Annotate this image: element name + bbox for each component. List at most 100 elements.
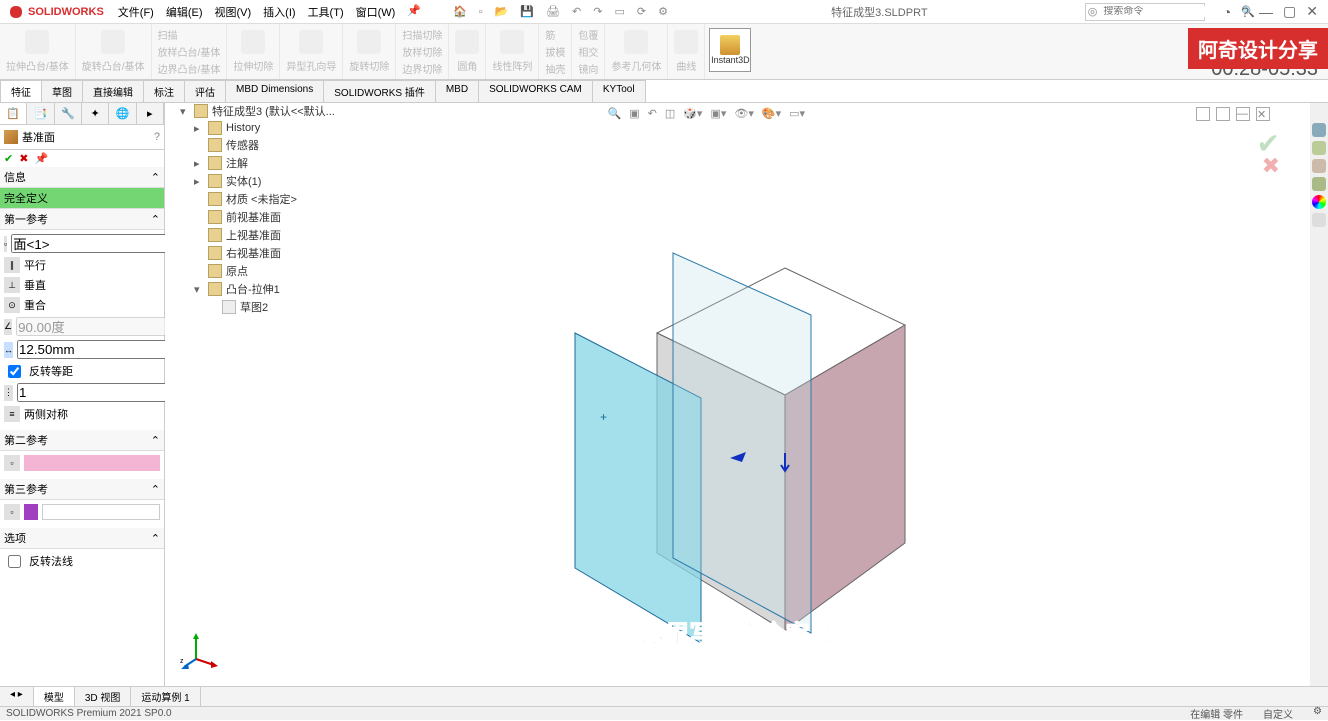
section-ref2[interactable]: 第二参考⌃ [0,430,164,451]
vp-1[interactable] [1196,107,1210,121]
tree-history[interactable]: ▸History [194,120,335,136]
prev-view-icon[interactable]: ↶ [648,107,657,120]
tab-addins[interactable]: SOLIDWORKS 插件 [323,80,436,102]
flip-normal-check[interactable] [8,555,21,568]
close-icon[interactable]: ✕ [1306,3,1318,20]
tree-annotations[interactable]: ▸注解 [194,154,335,172]
angle-icon[interactable]: ∠ [4,319,12,335]
ribbon-loft-cut[interactable]: 放样切除 [402,44,442,59]
ribbon-sweep-cut[interactable]: 扫描切除 [402,27,442,42]
taskpane-view-icon[interactable] [1312,177,1326,191]
tree-solid-bodies[interactable]: ▸实体(1) [194,172,335,190]
tree-right-plane[interactable]: 右视基准面 [194,244,335,262]
taskpane-home-icon[interactable] [1312,123,1326,137]
menu-insert[interactable]: 插入(I) [257,4,301,20]
taskpane-custom-icon[interactable] [1312,213,1326,227]
edit-appearance-icon[interactable]: 🎨▾ [762,107,781,120]
help-icon[interactable]: ? [1241,4,1249,20]
dist-icon[interactable]: ↔ [4,342,13,358]
pushpin-icon[interactable]: 📌 [34,152,48,165]
tab-cam[interactable]: SOLIDWORKS CAM [478,80,593,102]
rebuild-icon[interactable]: ⟳ [631,5,652,18]
tab-markup[interactable]: 标注 [143,80,185,102]
face-icon[interactable]: ▫ [4,236,7,252]
new-icon[interactable]: ▫ [473,6,489,18]
feature-manager-tab[interactable]: 📋 [0,103,27,124]
property-tab[interactable]: 📑 [27,103,54,124]
ref2-color[interactable] [24,455,160,471]
display-style-icon[interactable]: ▣▾ [710,107,726,120]
tree-top-plane[interactable]: 上视基准面 [194,226,335,244]
ribbon-sweep[interactable]: 扫描 [158,27,221,42]
ribbon-wrap[interactable]: 包覆 [578,27,598,42]
tree-sensors[interactable]: 传感器 [194,136,335,154]
menu-window[interactable]: 窗口(W) [350,4,402,20]
instances-icon[interactable]: ⋮ [4,385,13,401]
menu-edit[interactable]: 编辑(E) [160,4,209,20]
parallel-icon[interactable]: ∥ [4,257,20,273]
section-info[interactable]: 信息⌃ [0,167,164,188]
tab-kytool[interactable]: KYTool [592,80,646,102]
tree-sketch2[interactable]: 草图2 [208,298,335,316]
ok-icon[interactable]: ✔ [4,152,13,165]
config-tab[interactable]: 🔧 [55,103,82,124]
coinc-icon[interactable]: ⊙ [4,297,20,313]
undo-icon[interactable]: ↶ [566,5,587,18]
dimxpert-tab[interactable]: ✦ [82,103,109,124]
maximize-icon[interactable]: ▢ [1283,3,1296,20]
zoom-fit-icon[interactable]: 🔍 [608,107,622,120]
perp-icon[interactable]: ⊥ [4,277,20,293]
tab-direct-edit[interactable]: 直接编辑 [82,80,144,102]
redo-icon[interactable]: ↷ [587,5,608,18]
cancel-icon[interactable]: ✖ [19,152,28,165]
tree-extrude-feature[interactable]: ▾凸台-拉伸1 [194,280,335,298]
menu-pin-icon[interactable]: 📌 [401,4,427,20]
tab-features[interactable]: 特征 [0,80,42,102]
ribbon-curves[interactable]: 曲线 [668,24,705,79]
ribbon-shell[interactable]: 抽壳 [545,61,565,76]
ribbon-boundary[interactable]: 边界凸台/基体 [158,61,221,76]
ribbon-rib[interactable]: 筋 [545,27,565,42]
btab-arrows[interactable]: ◂ ▸ [0,687,34,706]
tree-root[interactable]: ▾特征成型3 (默认<<默认... [180,102,335,120]
btab-3dview[interactable]: 3D 视图 [75,687,132,706]
tree-material[interactable]: 材质 <未指定> [194,190,335,208]
vp-close[interactable]: ✕ [1256,107,1270,121]
tree-front-plane[interactable]: 前视基准面 [194,208,335,226]
display-tab[interactable]: 🌐 [109,103,136,124]
ribbon-instant3d[interactable]: Instant3D [709,28,751,72]
vp-3[interactable]: — [1236,107,1250,121]
zoom-area-icon[interactable]: ▣ [629,107,639,120]
search-bar[interactable]: ◎ 🔍 [1085,3,1205,21]
menu-tools[interactable]: 工具(T) [302,4,350,20]
ribbon-hole-wizard[interactable]: 异型孔向导 [280,24,343,79]
notify-icon[interactable]: ◔ [1223,4,1231,20]
ribbon-boundary-cut[interactable]: 边界切除 [402,61,442,76]
section-ref3[interactable]: 第三参考⌃ [0,479,164,500]
graphics-area[interactable]: 🔍 ▣ ↶ ◫ 🎲▾ ▣▾ 👁▾ 🎨▾ ▭▾ — ✕ ✔ ✖ [165,103,1310,699]
ribbon-draft[interactable]: 拔模 [545,44,565,59]
options-icon[interactable]: ⚙ [652,5,674,18]
hide-show-icon[interactable]: 👁▾ [734,107,754,120]
more-tab[interactable]: ▸ [137,103,164,124]
flip-offset-check[interactable] [8,365,21,378]
ribbon-ref-geom[interactable]: 参考几何体 [605,24,668,79]
ribbon-revolve-boss[interactable]: 旋转凸台/基体 [76,24,152,79]
taskpane-design-icon[interactable] [1312,159,1326,173]
open-icon[interactable]: 📂 [489,5,515,18]
btab-motion[interactable]: 运动算例 1 [131,687,200,706]
tab-mbd-dim[interactable]: MBD Dimensions [225,80,324,102]
taskpane-appearance-icon[interactable] [1312,195,1326,209]
home-icon[interactable]: 🏠 [447,5,473,18]
tree-origin[interactable]: 原点 [194,262,335,280]
ribbon-extrude-cut[interactable]: 拉伸切除 [227,24,280,79]
graphics-cancel-icon[interactable]: ✖ [1262,153,1280,179]
ribbon-mirror[interactable]: 镜向 [578,61,598,76]
ribbon-extrude-boss[interactable]: 拉伸凸台/基体 [0,24,76,79]
tab-evaluate[interactable]: 评估 [184,80,226,102]
ribbon-linear-pattern[interactable]: 线性阵列 [486,24,539,79]
taskpane-resources-icon[interactable] [1312,141,1326,155]
minimize-icon[interactable]: — [1259,4,1273,20]
ribbon-fillet[interactable]: 圆角 [449,24,486,79]
btab-model[interactable]: 模型 [34,687,75,706]
